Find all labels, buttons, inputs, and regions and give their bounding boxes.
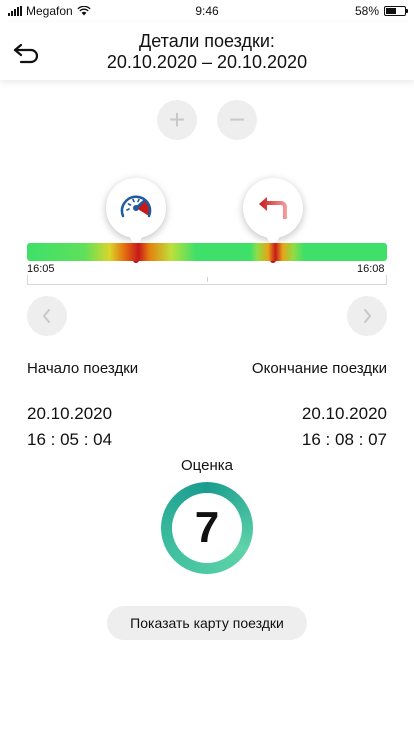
trip-start-label: Начало поездки (27, 360, 139, 377)
battery-percent: 58% (354, 4, 379, 18)
status-right: 58% (354, 4, 408, 18)
chevron-left-icon (43, 309, 50, 323)
speedometer-icon (120, 195, 152, 218)
trip-end-label: Окончание поездки (251, 360, 387, 377)
event-marker-turn[interactable] (243, 178, 303, 248)
battery-icon (384, 6, 408, 16)
back-button[interactable] (12, 40, 42, 66)
page-title: Детали поездки: 20.10.2020 – 20.10.2020 (106, 31, 308, 72)
event-marker-speeding[interactable] (106, 178, 166, 248)
zoom-out-button[interactable]: − (217, 100, 257, 140)
trip-timeline-bar[interactable] (27, 243, 387, 261)
previous-button[interactable] (27, 296, 67, 336)
trip-start-date: 20.10.2020 (27, 404, 113, 423)
timeline-end-time: 16:08 (357, 263, 385, 275)
trip-end-date: 20.10.2020 (301, 404, 387, 423)
trip-start-time: 16 : 05 : 04 (27, 430, 113, 449)
minus-icon: − (228, 104, 246, 135)
chevron-right-icon (364, 309, 371, 323)
turn-left-arrow-icon (259, 197, 287, 219)
zoom-in-button[interactable]: + (157, 100, 197, 140)
timeline-start-time: 16:05 (27, 263, 55, 275)
status-bar: Megafon 9:46 58% (0, 0, 414, 22)
plus-icon: + (168, 104, 186, 135)
show-trip-map-button[interactable]: Показать карту поездки (107, 606, 307, 640)
scrubber-tick (207, 277, 208, 282)
trip-end-time: 16 : 08 : 07 (301, 430, 387, 449)
status-time: 9:46 (195, 4, 219, 18)
back-arrow-icon (13, 43, 39, 64)
next-button[interactable] (347, 296, 387, 336)
score-value: 7 (194, 503, 220, 552)
timeline-scrubber[interactable] (27, 275, 387, 285)
score-label: Оценка (181, 457, 233, 474)
header: Детали поездки: 20.10.2020 – 20.10.2020 (0, 22, 414, 80)
